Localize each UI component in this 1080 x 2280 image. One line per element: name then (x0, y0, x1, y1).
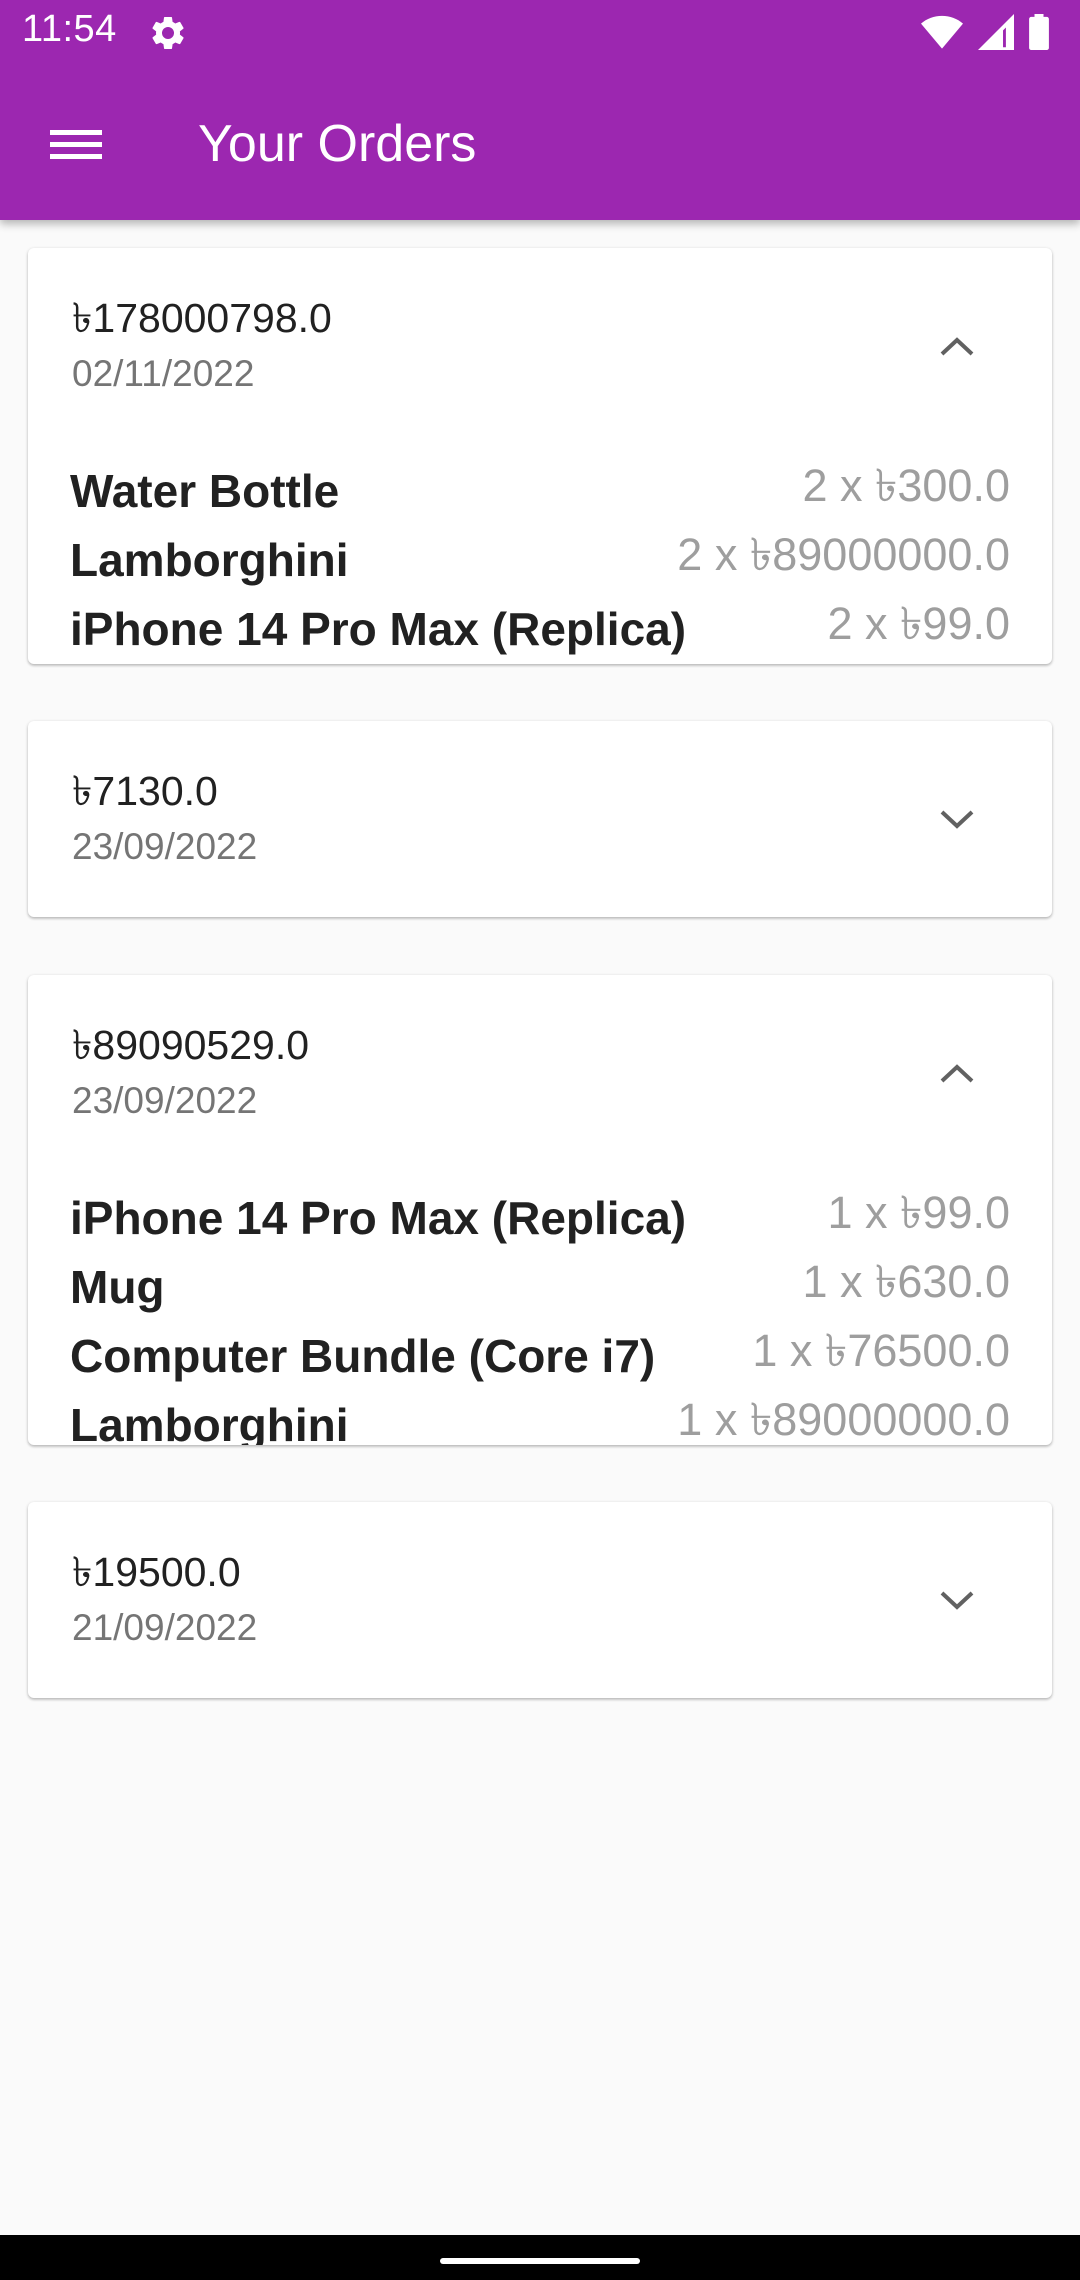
menu-button[interactable] (30, 110, 122, 180)
order-total: ৳7130.0 (72, 768, 218, 814)
expand-button[interactable] (922, 1570, 992, 1630)
item-quantity-price: 1 x ৳76500.0 (752, 1325, 1010, 1376)
signal-icon (977, 14, 1014, 50)
hamburger-menu-icon (50, 130, 102, 159)
item-quantity-price: 1 x ৳630.0 (802, 1256, 1010, 1307)
order-item: Lamborghini 1 x ৳89000000.0 (70, 1392, 1010, 1445)
order-item: iPhone 14 Pro Max (Replica) 1 x ৳99.0 (70, 1185, 1010, 1254)
order-item: Lamborghini 2 x ৳89000000.0 (70, 527, 1010, 596)
item-quantity-price: 2 x ৳300.0 (802, 460, 1010, 511)
settings-icon (152, 16, 184, 49)
chevron-up-icon (940, 1064, 974, 1083)
item-name: Mug (70, 1261, 165, 1313)
chevron-up-icon (940, 337, 974, 356)
order-card[interactable]: ৳7130.0 23/09/2022 (28, 721, 1052, 917)
item-name: Lamborghini (70, 1399, 349, 1445)
chevron-down-icon (940, 810, 974, 829)
order-items: Water Bottle 2 x ৳300.0 Lamborghini 2 x … (70, 458, 1010, 664)
status-icons (911, 14, 1050, 52)
order-total: ৳89090529.0 (72, 1022, 310, 1068)
battery-icon (1029, 14, 1049, 50)
collapse-button[interactable] (922, 1043, 992, 1103)
item-quantity-price: 2 x ৳89000000.0 (677, 529, 1010, 580)
order-item: Mug 1 x ৳630.0 (70, 1254, 1010, 1323)
item-quantity-price: 1 x ৳89000000.0 (677, 1394, 1010, 1445)
order-item: Water Bottle 2 x ৳300.0 (70, 458, 1010, 527)
order-date: 02/11/2022 (72, 353, 255, 394)
wifi-icon (921, 15, 964, 49)
order-date: 21/09/2022 (72, 1607, 258, 1648)
expand-button[interactable] (922, 789, 992, 849)
status-time: 11:54 (22, 8, 117, 50)
order-card[interactable]: ৳178000798.0 02/11/2022 Water Bottle 2 x… (28, 248, 1052, 664)
order-items: iPhone 14 Pro Max (Replica) 1 x ৳99.0 Mu… (70, 1185, 1010, 1445)
order-item: iPhone 14 Pro Max (Replica) 2 x ৳99.0 (70, 596, 1010, 664)
item-name: Lamborghini (70, 534, 349, 586)
item-name: Computer Bundle (Core i7) (70, 1330, 656, 1382)
order-date: 23/09/2022 (72, 826, 258, 867)
order-total: ৳19500.0 (72, 1549, 241, 1595)
order-card[interactable]: ৳89090529.0 23/09/2022 iPhone 14 Pro Max… (28, 975, 1052, 1445)
item-name: iPhone 14 Pro Max (Replica) (70, 1192, 687, 1244)
status-bar: 11:54 (0, 0, 1080, 64)
page-title: Your Orders (198, 115, 477, 173)
app-bar: 11:54 Your Orders (0, 0, 1080, 220)
order-item: Computer Bundle (Core i7) 1 x ৳76500.0 (70, 1323, 1010, 1392)
item-quantity-price: 1 x ৳99.0 (827, 1187, 1010, 1238)
item-name: iPhone 14 Pro Max (Replica) (70, 603, 687, 655)
item-name: Water Bottle (70, 465, 340, 517)
chevron-down-icon (940, 1591, 974, 1610)
collapse-button[interactable] (922, 316, 992, 376)
order-total: ৳178000798.0 (72, 295, 332, 341)
order-card[interactable]: ৳19500.0 21/09/2022 (28, 1502, 1052, 1698)
home-gesture-handle[interactable] (440, 2258, 640, 2264)
order-date: 23/09/2022 (72, 1080, 258, 1121)
item-quantity-price: 2 x ৳99.0 (827, 598, 1010, 649)
